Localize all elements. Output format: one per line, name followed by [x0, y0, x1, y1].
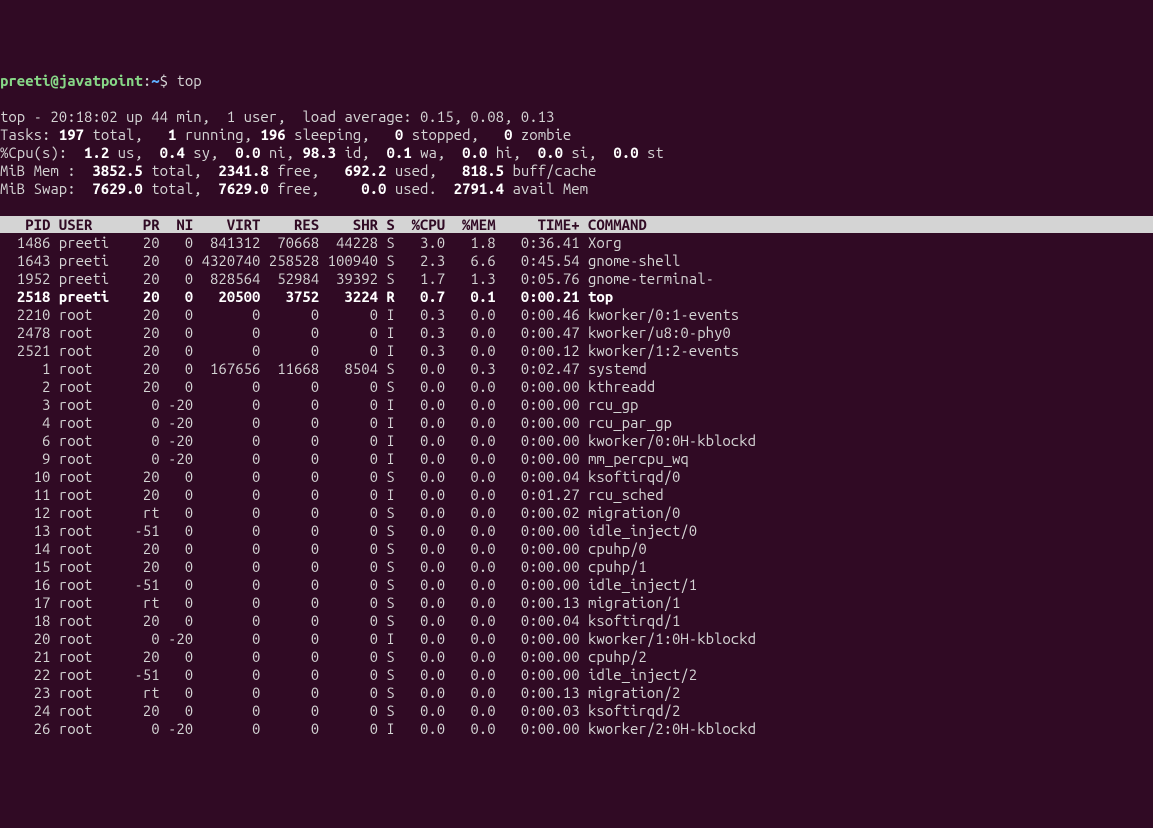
process-row: 16 root -51 0 0 0 0 S 0.0 0.0 0:00.00 id…	[0, 576, 697, 593]
prompt-at: @	[50, 72, 58, 89]
process-row: 21 root 20 0 0 0 0 S 0.0 0.0 0:00.00 cpu…	[0, 648, 647, 665]
prompt-colon: :	[143, 72, 151, 89]
process-row: 2518 preeti 20 0 20500 3752 3224 R 0.7 0…	[0, 288, 613, 305]
process-row: 2210 root 20 0 0 0 0 I 0.3 0.0 0:00.46 k…	[0, 306, 739, 323]
process-row: 18 root 20 0 0 0 0 S 0.0 0.0 0:00.04 kso…	[0, 612, 680, 629]
process-row: 2478 root 20 0 0 0 0 I 0.3 0.0 0:00.47 k…	[0, 324, 731, 341]
process-row: 13 root -51 0 0 0 0 S 0.0 0.0 0:00.00 id…	[0, 522, 697, 539]
process-row: 1 root 20 0 167656 11668 8504 S 0.0 0.3 …	[0, 360, 647, 377]
process-row: 6 root 0 -20 0 0 0 I 0.0 0.0 0:00.00 kwo…	[0, 432, 756, 449]
prompt-path: ~	[151, 72, 159, 89]
process-row: 1952 preeti 20 0 828564 52984 39392 S 1.…	[0, 270, 714, 287]
prompt-line: preeti@javatpoint:~$ top	[0, 72, 202, 89]
process-table-body: 1486 preeti 20 0 841312 70668 44228 S 3.…	[0, 234, 1153, 738]
process-row: 26 root 0 -20 0 0 0 I 0.0 0.0 0:00.00 kw…	[0, 720, 756, 737]
process-row: 3 root 0 -20 0 0 0 I 0.0 0.0 0:00.00 rcu…	[0, 396, 638, 413]
process-row: 24 root 20 0 0 0 0 S 0.0 0.0 0:00.03 kso…	[0, 702, 680, 719]
top-swap-line: MiB Swap: 7629.0 total, 7629.0 free, 0.0…	[0, 180, 588, 197]
process-row: 9 root 0 -20 0 0 0 I 0.0 0.0 0:00.00 mm_…	[0, 450, 689, 467]
top-summary-line1: top - 20:18:02 up 44 min, 1 user, load a…	[0, 108, 554, 125]
prompt-host: javatpoint	[59, 72, 143, 89]
process-row: 12 root rt 0 0 0 0 S 0.0 0.0 0:00.02 mig…	[0, 504, 680, 521]
process-row: 23 root rt 0 0 0 0 S 0.0 0.0 0:00.13 mig…	[0, 684, 680, 701]
command-typed: top	[176, 72, 201, 89]
process-row: 17 root rt 0 0 0 0 S 0.0 0.0 0:00.13 mig…	[0, 594, 680, 611]
process-row: 10 root 20 0 0 0 0 S 0.0 0.0 0:00.04 kso…	[0, 468, 680, 485]
process-row: 14 root 20 0 0 0 0 S 0.0 0.0 0:00.00 cpu…	[0, 540, 647, 557]
process-row: 15 root 20 0 0 0 0 S 0.0 0.0 0:00.00 cpu…	[0, 558, 647, 575]
process-row: 2 root 20 0 0 0 0 S 0.0 0.0 0:00.00 kthr…	[0, 378, 655, 395]
process-table-header: PID USER PR NI VIRT RES SHR S %CPU %MEM …	[0, 216, 1153, 233]
terminal-output[interactable]: preeti@javatpoint:~$ top top - 20:18:02 …	[0, 72, 1153, 738]
process-row: 4 root 0 -20 0 0 0 I 0.0 0.0 0:00.00 rcu…	[0, 414, 672, 431]
top-tasks-line: Tasks: 197 total, 1 running, 196 sleepin…	[0, 126, 571, 143]
process-row: 20 root 0 -20 0 0 0 I 0.0 0.0 0:00.00 kw…	[0, 630, 756, 647]
process-row: 11 root 20 0 0 0 0 I 0.0 0.0 0:01.27 rcu…	[0, 486, 664, 503]
prompt-dollar: $	[160, 72, 177, 89]
process-row: 1643 preeti 20 0 4320740 258528 100940 S…	[0, 252, 680, 269]
process-row: 1486 preeti 20 0 841312 70668 44228 S 3.…	[0, 234, 622, 251]
process-row: 2521 root 20 0 0 0 0 I 0.3 0.0 0:00.12 k…	[0, 342, 739, 359]
top-cpu-line: %Cpu(s): 1.2 us, 0.4 sy, 0.0 ni, 98.3 id…	[0, 144, 664, 161]
prompt-user: preeti	[0, 72, 50, 89]
process-row: 22 root -51 0 0 0 0 S 0.0 0.0 0:00.00 id…	[0, 666, 697, 683]
top-mem-line: MiB Mem : 3852.5 total, 2341.8 free, 692…	[0, 162, 596, 179]
